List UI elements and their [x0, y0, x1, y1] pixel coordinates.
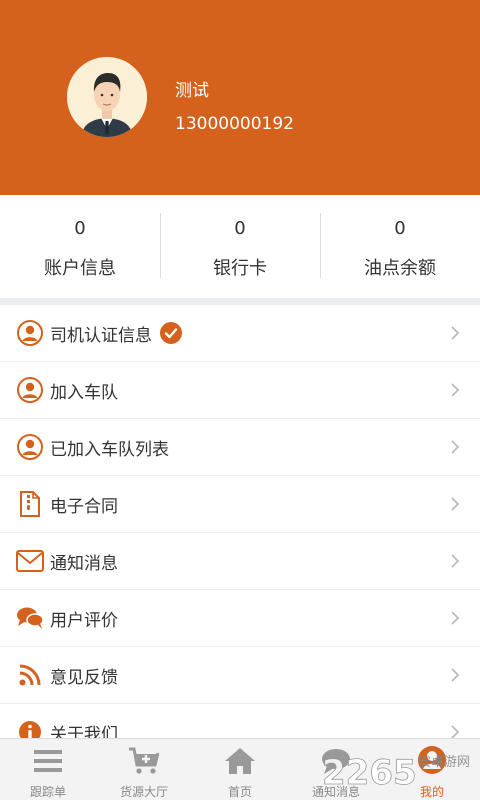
section-divider: [0, 298, 480, 305]
chevron-right-icon: [451, 497, 460, 511]
tab-cargo-hall[interactable]: 货源大厅: [96, 739, 192, 800]
menu-label: 已加入车队列表: [50, 439, 169, 460]
user-name: 测试: [175, 81, 209, 101]
tab-label: 首页: [227, 785, 252, 799]
menu-label: 加入车队: [50, 382, 118, 403]
stat-value: 0: [74, 218, 86, 239]
tab-label: 跟踪单: [29, 785, 66, 799]
rss-feed-icon: [16, 661, 44, 689]
menu-label: 司机认证信息: [50, 325, 152, 346]
chevron-right-icon: [451, 611, 460, 625]
chevron-right-icon: [451, 440, 460, 454]
bottom-tab-bar: 跟踪单 货源大厅 首页 通知消息 我的: [0, 738, 480, 800]
menu-item-join-fleet[interactable]: 加入车队: [0, 362, 480, 419]
chat-icon: [322, 749, 350, 774]
menu-label: 电子合同: [50, 496, 118, 517]
list-icon: [34, 750, 62, 772]
stat-bank-card[interactable]: 0 银行卡: [160, 195, 320, 298]
menu-label: 关于我们: [50, 724, 118, 739]
menu-label: 意见反馈: [50, 667, 118, 688]
tab-label: 通知消息: [311, 785, 360, 799]
menu-label: 用户评价: [50, 610, 118, 631]
tab-home[interactable]: 首页: [192, 739, 288, 800]
profile-header: 测试 13000000192: [0, 0, 480, 195]
chevron-right-icon: [451, 326, 460, 340]
user-icon: [418, 746, 446, 774]
stat-value: 0: [394, 218, 406, 239]
tab-notifications[interactable]: 通知消息: [288, 739, 384, 800]
envelope-icon: [16, 547, 44, 575]
stat-label: 账户信息: [44, 258, 116, 279]
menu-item-e-contract[interactable]: 电子合同: [0, 476, 480, 533]
chevron-right-icon: [451, 668, 460, 682]
tab-mine[interactable]: 我的: [384, 739, 480, 800]
tab-tracking[interactable]: 跟踪单: [0, 739, 96, 800]
chevron-right-icon: [451, 554, 460, 568]
user-phone: 13000000192: [175, 114, 294, 134]
stat-label: 油点余额: [364, 258, 436, 279]
cart-plus-icon: [129, 747, 160, 774]
avatar[interactable]: [67, 57, 147, 137]
chevron-right-icon: [451, 725, 460, 738]
stat-account-info[interactable]: 0 账户信息: [0, 195, 160, 298]
verified-check-icon: [160, 322, 182, 344]
chat-bubbles-icon: [16, 604, 44, 632]
chevron-right-icon: [451, 383, 460, 397]
user-circle-icon: [16, 319, 44, 347]
menu-item-notifications[interactable]: 通知消息: [0, 533, 480, 590]
menu-label: 通知消息: [50, 553, 118, 574]
menu-item-driver-certification[interactable]: 司机认证信息: [0, 305, 480, 362]
user-circle-icon: [16, 376, 44, 404]
menu-item-about-us[interactable]: 关于我们: [0, 704, 480, 738]
info-icon: [16, 718, 44, 738]
menu-list: 司机认证信息 加入车队 已加入车队列表 电子合同 通知消息 用户评价 意见反馈 …: [0, 305, 480, 738]
home-icon: [225, 748, 255, 774]
tab-label: 我的: [419, 785, 444, 799]
avatar-illustration-icon: [67, 57, 147, 137]
stats-bar: 0 账户信息 0 银行卡 0 油点余额: [0, 195, 480, 298]
contract-document-icon: [16, 490, 44, 518]
menu-item-feedback[interactable]: 意见反馈: [0, 647, 480, 704]
user-circle-icon: [16, 433, 44, 461]
tab-label: 货源大厅: [119, 785, 168, 799]
menu-item-user-reviews[interactable]: 用户评价: [0, 590, 480, 647]
menu-item-joined-fleets[interactable]: 已加入车队列表: [0, 419, 480, 476]
stat-label: 银行卡: [213, 258, 267, 279]
stat-value: 0: [234, 218, 246, 239]
stat-oil-balance[interactable]: 0 油点余额: [320, 195, 480, 298]
